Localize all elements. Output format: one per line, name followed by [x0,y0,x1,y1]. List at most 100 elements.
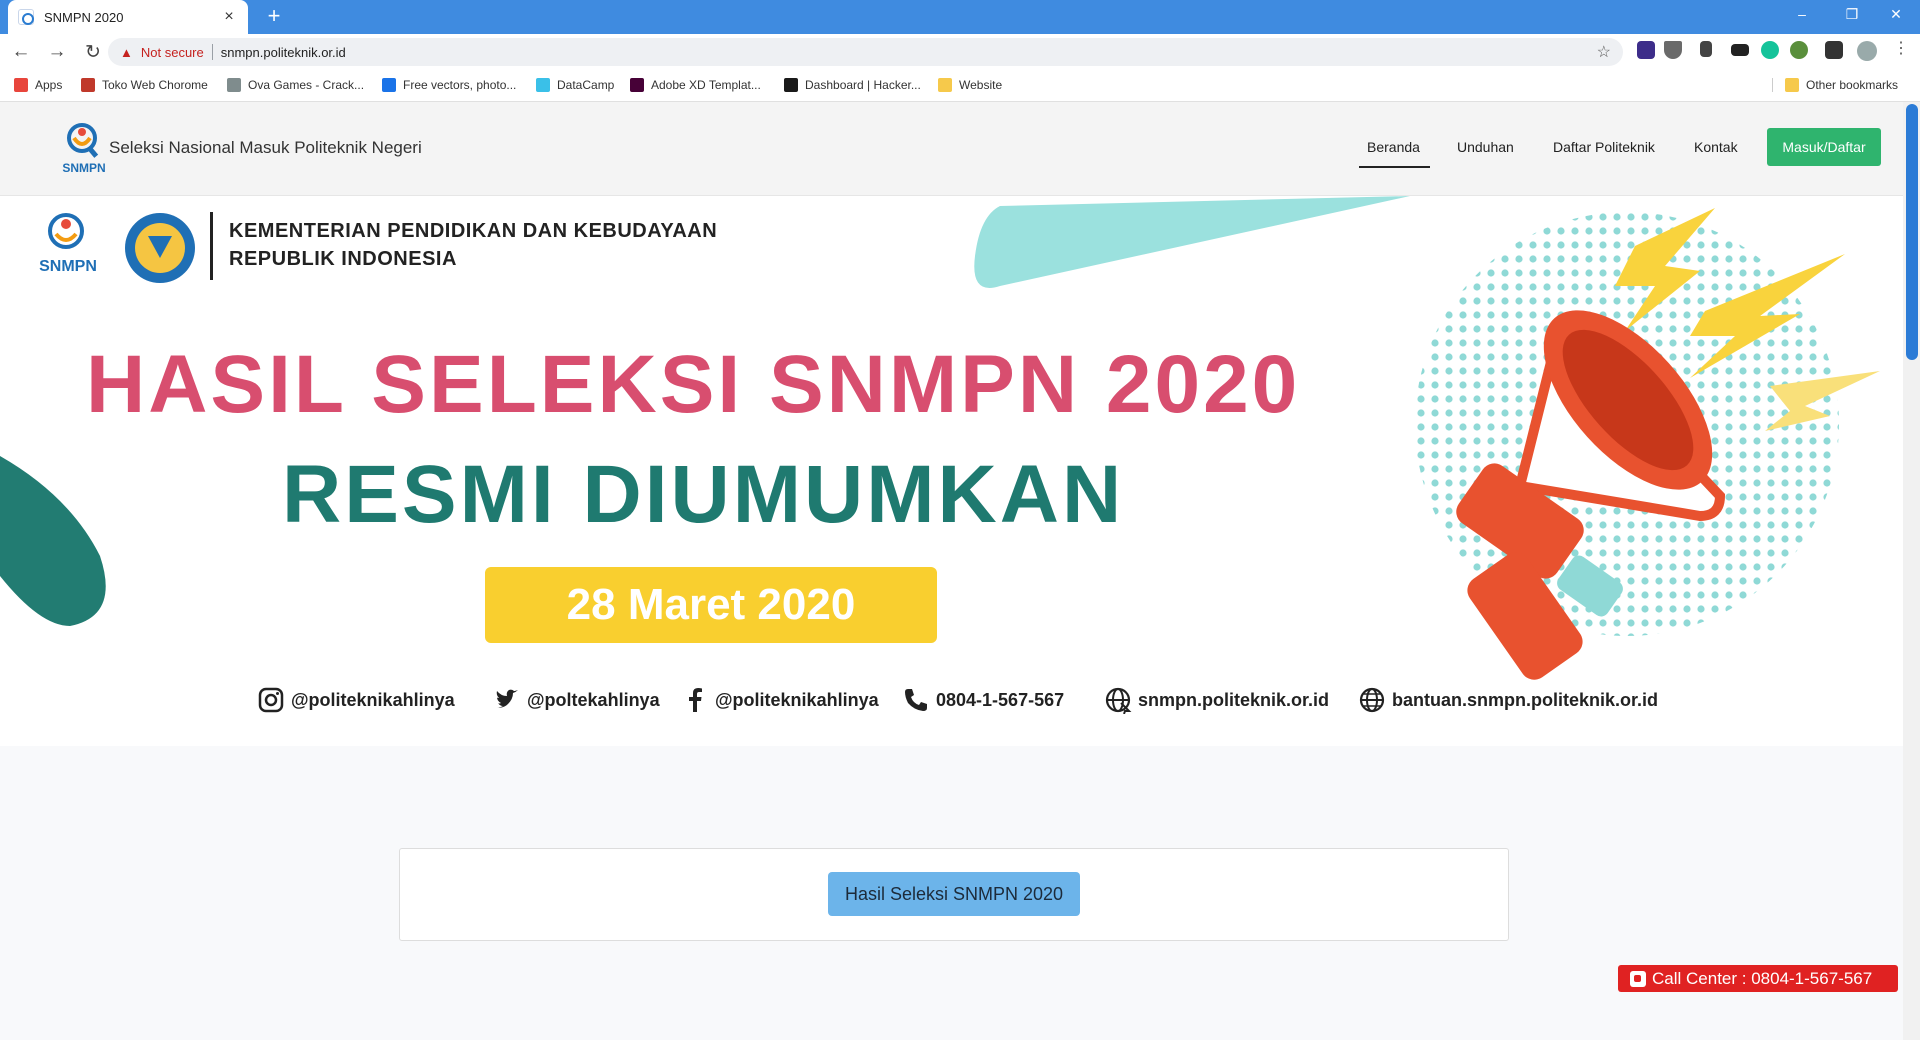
grammarly-icon[interactable] [1761,41,1779,59]
ministry-divider [210,212,213,280]
bookmark-ova-games[interactable]: Ova Games - Crack... [227,78,364,92]
bookmark-datacamp[interactable]: DataCamp [536,78,614,92]
contact-text: snmpn.politeknik.or.id [1138,689,1330,710]
ministry-name-line1: KEMENTERIAN PENDIDIKAN DAN KEBUDAYAAN [229,220,718,242]
folder-icon [1785,78,1799,92]
bookmarks-bar: Apps Toko Web Chorome Ova Games - Crack.… [0,70,1920,102]
tab-title: SNMPN 2020 [44,9,124,25]
hackerrank-icon [784,78,798,92]
back-arrow-icon[interactable]: ← [6,41,36,63]
bookmark-label: Adobe XD Templat... [651,78,761,92]
announcement-banner: SNMPN KEMENTERIAN PENDIDIKAN DAN KEBUDAY… [0,196,1903,746]
contact-phone: 0804-1-567-567 [902,686,1064,714]
download-extension-icon[interactable] [1731,44,1749,56]
bookmark-webstore[interactable]: Toko Web Chorome [81,78,208,92]
url-text[interactable]: snmpn.politeknik.or.id [221,45,346,60]
twitter-icon [496,689,518,708]
contact-text: @poltekahlinya [527,689,660,710]
nav-unduhan[interactable]: Unduhan [1457,139,1514,155]
nav-beranda[interactable]: Beranda [1367,139,1420,155]
contact-text: @politeknikahlinya [291,689,455,710]
browser-toolbar: ← → ↻ ▲ Not secure snmpn.politeknik.or.i… [0,34,1920,70]
contact-text: @politeknikahlinya [715,689,879,710]
globe-extension-icon[interactable] [1790,41,1808,59]
freepik-icon [382,78,396,92]
call-center-badge[interactable]: Call Center : 0804-1-567-567 [1618,965,1898,992]
date-badge: 28 Maret 2020 [485,567,937,643]
result-card: Hasil Seleksi SNMPN 2020 [399,848,1509,941]
login-register-button[interactable]: Masuk/Daftar [1767,128,1881,166]
bookmark-label: DataCamp [557,78,615,92]
contact-helpdesk: bantuan.snmpn.politeknik.or.id [1358,686,1658,714]
bookmark-label: Other bookmarks [1806,78,1899,92]
globe-icon [1359,687,1385,713]
menu-kebab-icon[interactable]: ⋮ [1893,38,1911,57]
phone-square-icon [1630,970,1646,987]
scrollbar-thumb[interactable] [1906,104,1918,360]
snmpn-banner-logo: SNMPN [39,213,97,275]
puzzle-extensions-icon[interactable] [1825,41,1843,59]
new-tab-button[interactable]: + [260,3,288,29]
bookmark-website[interactable]: Website [938,78,1002,92]
web-icon [1105,687,1132,714]
contact-twitter: @poltekahlinya [493,686,660,714]
bookmark-label: Apps [35,78,63,92]
site-brand[interactable]: Seleksi Nasional Masuk Politeknik Negeri [109,138,422,158]
minimize-button[interactable]: – [1784,6,1820,22]
reload-icon[interactable]: ↻ [78,41,108,64]
omnibox-divider [211,44,213,60]
instagram-icon [258,687,284,713]
selection-result-button[interactable]: Hasil Seleksi SNMPN 2020 [828,872,1080,916]
call-center-text: Call Center : 0804-1-567-567 [1652,968,1873,988]
bookmark-apps[interactable]: Apps [14,78,62,92]
banner-subheadline: RESMI DIUMUMKAN [282,449,1125,540]
bookmark-label: Free vectors, photo... [403,78,517,92]
tab-close-icon[interactable]: × [220,8,238,26]
bookmark-hackerrank[interactable]: Dashboard | Hacker... [784,78,921,92]
bookmark-star-icon[interactable]: ☆ [1597,42,1611,62]
snmpn-logo[interactable]: SNMPN [62,116,106,182]
contact-instagram: @politeknikahlinya [257,686,455,714]
teal-brush-shape [974,196,1410,288]
ministry-name-line2: REPUBLIK INDONESIA [229,248,457,270]
profile-avatar[interactable] [1857,41,1877,61]
phone-icon [905,689,927,711]
contact-website: snmpn.politeknik.or.id [1104,686,1329,714]
webstore-icon [81,78,95,92]
site-navbar: SNMPN Seleksi Nasional Masuk Politeknik … [0,102,1903,196]
site-favicon-icon [18,9,34,25]
warning-icon[interactable]: ▲ [120,45,133,60]
folder-icon [938,78,952,92]
security-label[interactable]: Not secure [141,45,204,60]
ova-games-icon [227,78,241,92]
browser-tab-active[interactable]: SNMPN 2020 × [8,0,248,34]
contact-text: 0804-1-567-567 [936,689,1065,710]
bookmark-freepik[interactable]: Free vectors, photo... [382,78,516,92]
bookmark-label: Ova Games - Crack... [248,78,365,92]
other-bookmarks[interactable]: Other bookmarks [1772,78,1898,92]
extension-badge-icon[interactable] [1637,41,1655,59]
bookmark-label: Dashboard | Hacker... [805,78,921,92]
bookmark-label: Website [959,78,1003,92]
browser-tab-strip: SNMPN 2020 × + – ❐ ✕ [0,0,1920,34]
forward-arrow-icon[interactable]: → [42,41,72,63]
pen-extension-icon[interactable] [1700,41,1712,57]
restore-button[interactable]: ❐ [1834,6,1870,23]
window-close-button[interactable]: ✕ [1878,6,1914,23]
apps-grid-icon [14,78,28,92]
address-bar[interactable]: ▲ Not secure snmpn.politeknik.or.id ☆ [108,38,1623,66]
banner-headline: HASIL SELEKSI SNMPN 2020 [86,339,1301,430]
contact-text: bantuan.snmpn.politeknik.or.id [1392,689,1659,710]
vpn-extension-icon[interactable] [1664,41,1682,59]
facebook-icon [689,688,702,712]
nav-daftar-politeknik[interactable]: Daftar Politeknik [1553,139,1655,155]
nav-kontak[interactable]: Kontak [1694,139,1738,155]
active-menu-indicator [1359,166,1430,168]
contact-facebook: @politeknikahlinya [681,686,879,714]
bookmark-label: Toko Web Chorome [102,78,208,92]
teal-swoosh-shape [0,456,106,626]
svg-text:SNMPN: SNMPN [62,161,105,175]
adobe-xd-icon [630,78,644,92]
announcement-date: 28 Maret 2020 [566,580,856,629]
bookmark-adobe-xd[interactable]: Adobe XD Templat... [630,78,761,92]
